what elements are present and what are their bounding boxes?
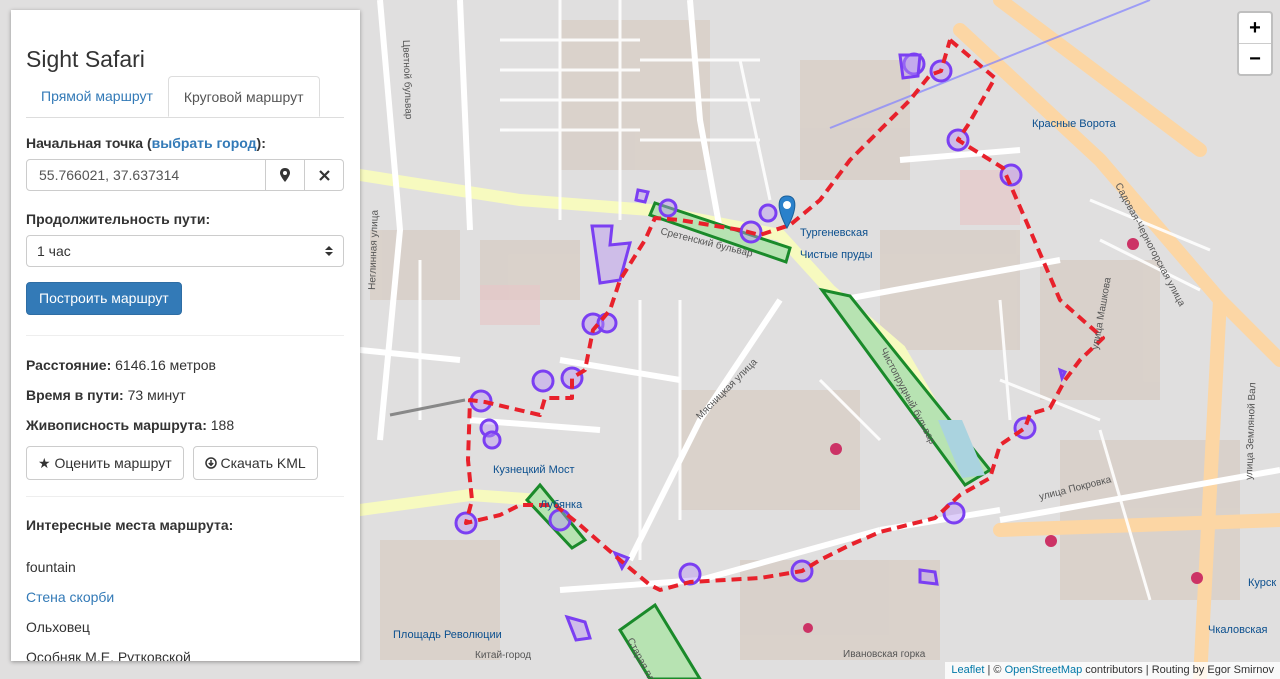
side-panel: Sight Safari Прямой маршрут Круговой мар…	[11, 10, 360, 661]
zoom-in-button[interactable]: +	[1239, 13, 1271, 44]
map-label-chkalovskaya: Чкаловская	[1208, 624, 1268, 636]
clear-start-button[interactable]	[305, 159, 344, 191]
divider	[26, 335, 344, 336]
start-point-group	[26, 159, 344, 191]
rate-route-button[interactable]: ★ Оценить маршрут	[26, 446, 184, 480]
map-label-kuznetsky: Кузнецкий Мост	[493, 464, 575, 476]
start-point-label: Начальная точка (выбрать город):	[26, 135, 344, 151]
attribution-sep: | ©	[984, 664, 1005, 676]
leaflet-link[interactable]: Leaflet	[951, 664, 984, 676]
distance-value: 6146.16 метров	[111, 357, 216, 373]
close-icon	[318, 169, 330, 181]
poi-header: Интересные места маршрута:	[26, 517, 234, 533]
divider	[26, 496, 344, 497]
distance-label: Расстояние:	[26, 357, 112, 373]
route-tabs: Прямой маршрут Круговой маршрут	[26, 76, 344, 118]
scenic-label: Живописность маршрута:	[26, 417, 207, 433]
app-title: Sight Safari	[26, 46, 145, 72]
time-value: 73 минут	[123, 387, 186, 403]
poi-item[interactable]: Стена скорби	[26, 582, 344, 612]
select-arrows-icon	[325, 246, 333, 256]
map-label-kitay-gorod: Китай-город	[475, 650, 531, 661]
zoom-control: + −	[1237, 11, 1273, 76]
map-label-ivanovskaya: Ивановская горка	[843, 649, 926, 660]
download-kml-button[interactable]: Скачать KML	[192, 446, 318, 480]
scenic-stat: Живописность маршрута: 188	[26, 410, 344, 440]
map-label-kurskaya: Курск	[1248, 577, 1276, 589]
tab-circular-route[interactable]: Круговой маршрут	[167, 76, 320, 117]
star-icon: ★	[38, 455, 51, 471]
duration-select[interactable]: 1 час	[26, 235, 344, 267]
download-icon	[204, 457, 217, 469]
map-label-lubyanka: Лубянка	[540, 499, 583, 511]
map-label-revolution: Площадь Революции	[393, 629, 502, 641]
poi-item: fountain	[26, 559, 76, 575]
start-label-suffix: ):	[256, 135, 266, 151]
start-point-input[interactable]	[26, 159, 266, 191]
attribution-text: contributors | Routing by Egor Smirnov	[1082, 664, 1274, 676]
map-label-chistye-prudy: Чистые пруды	[800, 249, 873, 261]
choose-city-link[interactable]: выбрать город	[152, 135, 257, 151]
zoom-out-button[interactable]: −	[1239, 44, 1271, 74]
osm-link[interactable]: OpenStreetMap	[1005, 664, 1083, 676]
pick-location-button[interactable]	[266, 159, 305, 191]
start-label-prefix: Начальная точка (	[26, 135, 152, 151]
time-label: Время в пути:	[26, 387, 124, 403]
duration-selected-value: 1 час	[37, 243, 71, 259]
build-route-button[interactable]: Построить маршрут	[26, 282, 182, 315]
distance-stat: Расстояние: 6146.16 метров	[26, 350, 344, 380]
poi-item: Особняк М.Е. Рутковской	[26, 649, 191, 661]
map-label-turgenevskaya: Тургеневская	[800, 227, 868, 239]
map-label-krasnye-vorota: Красные Ворота	[1032, 118, 1117, 130]
tab-direct-route[interactable]: Прямой маршрут	[26, 76, 168, 117]
scenic-value: 188	[206, 417, 235, 433]
poi-item: Ольховец	[26, 619, 90, 635]
map-pin-icon	[280, 168, 290, 182]
download-kml-label: Скачать KML	[220, 455, 306, 471]
time-stat: Время в пути: 73 минут	[26, 380, 344, 410]
rate-route-label: Оценить маршрут	[54, 455, 172, 471]
duration-label: Продолжительность пути:	[26, 211, 211, 227]
map-attribution: Leaflet | © OpenStreetMap contributors |…	[945, 662, 1280, 679]
